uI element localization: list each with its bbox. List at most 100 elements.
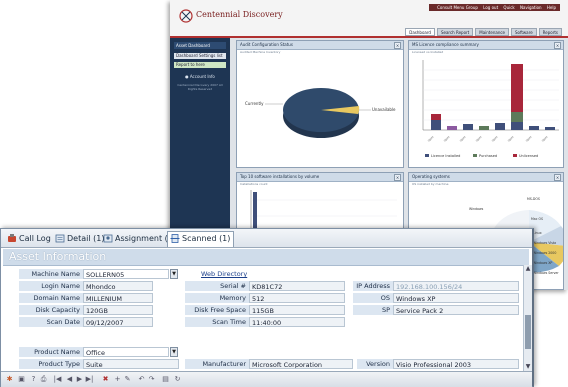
save-icon[interactable]: ▤: [161, 375, 170, 384]
tab-call-log[interactable]: Call Log: [5, 232, 54, 245]
login-name-label: Login Name: [19, 281, 83, 291]
undo-icon[interactable]: ↶: [137, 375, 146, 384]
pie-label: Windows: [469, 207, 484, 211]
tab-reports[interactable]: Reports: [538, 28, 562, 36]
next-page-icon[interactable]: ▶: [75, 375, 84, 384]
disk-capacity-label: Disk Capacity: [19, 305, 83, 315]
svg-text:item: item: [491, 135, 499, 143]
scroll-down-icon[interactable]: ▼: [525, 364, 531, 370]
vertical-scrollbar[interactable]: ▲ ▼: [523, 265, 532, 371]
product-type-value: Suite: [83, 359, 179, 369]
bar: [545, 127, 555, 130]
disk-free-value: 115GB: [249, 305, 345, 315]
close-icon[interactable]: ×: [554, 42, 561, 49]
top-link[interactable]: Help: [547, 5, 556, 10]
ip-address-value: 192.168.100.156/24: [393, 281, 519, 291]
sp-value: Service Pack 2: [393, 305, 519, 315]
pie-label: Windows Server: [533, 271, 559, 275]
bar: [511, 64, 523, 112]
tab-label: Detail (1): [67, 234, 105, 243]
manufacturer-label: Manufacturer: [185, 359, 249, 369]
section-header: Asset Information: [3, 249, 529, 266]
product-name-dropdown-button[interactable]: ▼: [170, 347, 178, 357]
bar: [447, 126, 457, 130]
top-link[interactable]: Quick: [503, 5, 514, 10]
web-directory-link[interactable]: Web Directory: [201, 270, 247, 278]
help-icon[interactable]: ?: [29, 375, 38, 384]
refresh-icon[interactable]: ↻: [173, 375, 182, 384]
delete-icon[interactable]: ✖: [101, 375, 110, 384]
tab-search-report[interactable]: Search Report: [436, 28, 474, 36]
sidebar-account[interactable]: ● Account Info: [174, 74, 226, 79]
detail-icon: [55, 234, 65, 243]
close-icon[interactable]: ×: [394, 174, 401, 181]
chevron-down-icon: ▼: [172, 271, 176, 277]
tab-dashboard[interactable]: Dashboard: [405, 28, 435, 36]
manufacturer-value: Microsoft Corporation: [249, 359, 353, 369]
bar: [463, 124, 473, 130]
domain-name-value: MILLENIUM: [83, 293, 153, 303]
bar: [511, 122, 523, 130]
panel-title-text: Top 10 software installations by volume: [240, 174, 320, 179]
edit-icon[interactable]: ✎: [123, 375, 132, 384]
bar: [431, 120, 441, 130]
legend-item: Licence Installed: [431, 154, 460, 158]
panel-title: Audit Configuration Status ×: [237, 41, 403, 50]
product-type-label: Product Type: [19, 359, 83, 369]
machine-name-dropdown-button[interactable]: ▼: [170, 269, 178, 279]
close-icon[interactable]: ×: [394, 42, 401, 49]
pie-label: Mac OS: [531, 217, 543, 221]
os-value: Windows XP: [393, 293, 519, 303]
tab-software[interactable]: Software: [511, 28, 537, 36]
bar: [529, 126, 539, 130]
sidebar-item[interactable]: Report to here: [174, 62, 226, 68]
login-name-value: Mhondco: [83, 281, 153, 291]
scan-date-label: Scan Date: [19, 317, 83, 327]
top-link[interactable]: Navigation: [520, 5, 542, 10]
product-name-label: Product Name: [19, 347, 83, 357]
serial-value: KD81C72: [249, 281, 345, 291]
scroll-up-icon[interactable]: ▲: [525, 266, 531, 272]
pie-label: Currently: [245, 101, 264, 106]
redo-icon[interactable]: ↷: [147, 375, 156, 384]
pie-label: Windows XP: [533, 261, 552, 265]
product-name-input[interactable]: Office: [83, 347, 169, 357]
top-link[interactable]: Consult Menu Group: [437, 5, 478, 10]
pie-label: Unavailable: [372, 107, 396, 112]
serial-label: Serial #: [185, 281, 249, 291]
tools-icon[interactable]: ✱: [5, 375, 14, 384]
panel-title: Operating systems ×: [409, 173, 563, 182]
tab-scanned[interactable]: Scanned (1): [167, 231, 235, 247]
memory-value: 512: [249, 293, 345, 303]
top-link[interactable]: Log out: [483, 5, 498, 10]
scan-time-value: 11:40:00: [249, 317, 345, 327]
tab-detail[interactable]: Detail (1): [53, 232, 107, 245]
bar: [511, 112, 523, 122]
close-icon[interactable]: ×: [554, 174, 561, 181]
svg-text:item: item: [541, 135, 549, 143]
previous-page-icon[interactable]: ◀: [65, 375, 74, 384]
panel-title-text: Audit Configuration Status: [240, 42, 293, 47]
sidebar-item[interactable]: Dashboard Settings list: [174, 53, 226, 59]
last-page-icon[interactable]: ▶|: [85, 375, 94, 384]
user-icon: ●: [185, 74, 189, 79]
first-page-icon[interactable]: |◀: [53, 375, 62, 384]
scan-icon: [170, 234, 180, 243]
dashboard-tabs: Dashboard Search Report Maintenance Soft…: [405, 28, 562, 36]
assignment-icon: [103, 234, 113, 243]
dashboard-header: Centennial Discovery Consult Menu Group …: [170, 0, 568, 38]
machine-name-input[interactable]: SOLLERN05: [83, 269, 169, 279]
pie-label: Linux: [533, 231, 542, 235]
sidebar-heading: Asset Dashboard: [174, 42, 226, 49]
print-icon[interactable]: ⎙: [39, 375, 48, 384]
os-label: OS: [353, 293, 393, 303]
pie-label: Windows 2000: [533, 251, 556, 255]
view-icon[interactable]: ▣: [17, 375, 26, 384]
add-icon[interactable]: +: [113, 375, 122, 384]
licence-bar-chart: item item item item item item item item …: [422, 60, 559, 158]
svg-text:item: item: [507, 135, 515, 143]
tab-maintenance[interactable]: Maintenance: [475, 28, 510, 36]
ip-address-label: IP Address: [353, 281, 393, 291]
scroll-thumb[interactable]: [525, 315, 531, 349]
pie-label: MS-DOS: [527, 197, 540, 201]
